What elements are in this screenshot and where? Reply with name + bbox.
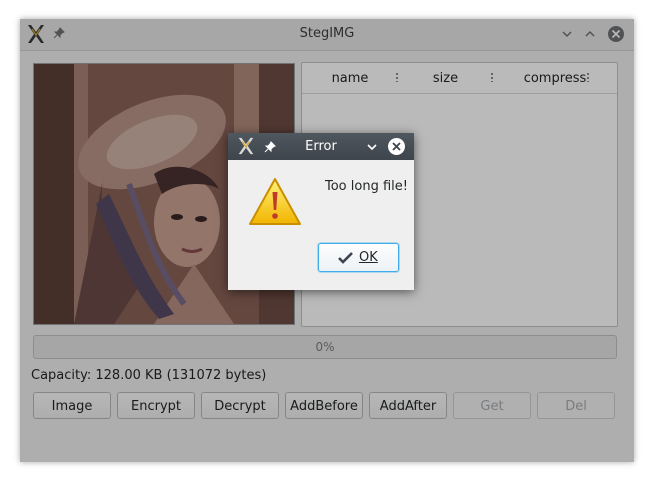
dialog-titlebar: Error [228, 133, 414, 160]
ok-button-label: OK [359, 250, 378, 265]
checkmark-icon [338, 252, 353, 264]
ok-button[interactable]: OK [318, 243, 399, 272]
error-message: Too long file! [325, 179, 408, 194]
minimize-icon[interactable] [366, 141, 378, 153]
close-icon[interactable] [387, 137, 406, 156]
warning-icon [249, 178, 301, 225]
error-dialog: Error Too long file! OK [228, 133, 414, 290]
